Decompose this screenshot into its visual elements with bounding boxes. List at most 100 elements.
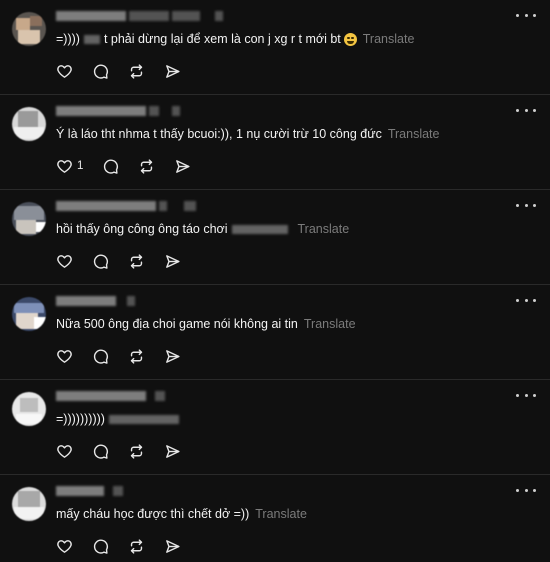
translate-link[interactable]: Translate	[388, 126, 440, 142]
comment-bubble-icon	[93, 64, 108, 79]
author-meta[interactable]	[56, 390, 165, 402]
comment-item: =)))) t phải dừng lại để xem là con j xg…	[0, 0, 550, 95]
send-icon	[166, 539, 180, 553]
more-options-button[interactable]	[516, 200, 536, 210]
more-options-button[interactable]	[516, 485, 536, 495]
send-icon	[176, 159, 190, 173]
translate-link[interactable]: Translate	[298, 221, 350, 237]
author-meta[interactable]	[56, 105, 180, 117]
comment-bubble-icon	[93, 349, 108, 364]
repost-icon	[130, 443, 143, 459]
comment-bubble-icon	[93, 539, 108, 554]
redacted-text	[108, 414, 179, 424]
heart-icon	[57, 444, 72, 458]
translate-link[interactable]: Translate	[304, 316, 356, 332]
repost-button[interactable]	[128, 347, 145, 365]
crying-laughing-emoji-icon	[343, 32, 357, 46]
more-options-button[interactable]	[516, 10, 536, 20]
more-dots-icon	[516, 108, 519, 112]
like-button[interactable]	[56, 442, 73, 460]
like-button[interactable]	[56, 347, 73, 365]
share-button[interactable]	[164, 252, 181, 270]
more-dots-icon	[516, 13, 519, 17]
more-dots-icon	[516, 203, 519, 207]
author-meta[interactable]	[56, 200, 196, 212]
repost-button[interactable]	[128, 537, 145, 555]
repost-icon	[141, 158, 153, 174]
more-dots-icon	[516, 488, 519, 492]
avatar[interactable]	[12, 107, 46, 141]
share-button[interactable]	[164, 62, 181, 80]
comment-text: =)))) t phải dừng lại để xem là con j xg…	[56, 31, 415, 47]
more-options-button[interactable]	[516, 105, 536, 115]
share-button[interactable]	[164, 442, 181, 460]
author-meta[interactable]	[56, 295, 135, 307]
comment-item: =))))))))))	[0, 380, 550, 475]
avatar[interactable]	[12, 202, 46, 236]
comment-bubble-icon	[93, 254, 108, 269]
reply-button[interactable]	[92, 347, 109, 365]
send-icon	[166, 444, 180, 458]
comment-actions: 1	[56, 157, 210, 175]
comment-item: hồi thấy ông công ông táo chơi Translate	[0, 190, 550, 285]
heart-icon	[57, 64, 72, 78]
comment-item: mấy cháu học được thì chết dở =)) Transl…	[0, 475, 550, 562]
like-button[interactable]: 1	[56, 157, 83, 175]
reply-button[interactable]	[92, 62, 109, 80]
comment-actions	[56, 62, 200, 80]
avatar[interactable]	[12, 487, 46, 521]
like-button[interactable]	[56, 537, 73, 555]
heart-icon	[57, 539, 72, 553]
repost-button[interactable]	[128, 252, 145, 270]
comment-actions	[56, 442, 200, 460]
redacted-text	[231, 224, 288, 234]
share-button[interactable]	[164, 537, 181, 555]
translate-link[interactable]: Translate	[255, 506, 307, 522]
comment-feed: =)))) t phải dừng lại để xem là con j xg…	[0, 0, 550, 562]
like-count: 1	[77, 160, 84, 172]
comment-bubble-icon	[104, 159, 119, 174]
translate-link[interactable]: Translate	[363, 31, 415, 47]
share-button[interactable]	[164, 347, 181, 365]
share-button[interactable]	[174, 157, 191, 175]
comment-item: Nữa 500 ông địa choi game nói không ai t…	[0, 285, 550, 380]
repost-button[interactable]	[138, 157, 155, 175]
comment-item: Ý là láo tht nhma t thấy bcuoi:)), 1 nụ …	[0, 95, 550, 190]
avatar[interactable]	[12, 392, 46, 426]
comment-actions	[56, 537, 200, 555]
reply-button[interactable]	[92, 442, 109, 460]
repost-button[interactable]	[128, 62, 145, 80]
avatar[interactable]	[12, 297, 46, 331]
comment-actions	[56, 347, 200, 365]
heart-icon	[57, 349, 72, 363]
comment-bubble-icon	[93, 444, 108, 459]
author-meta[interactable]	[56, 485, 123, 497]
comment-text: Ý là láo tht nhma t thấy bcuoi:)), 1 nụ …	[56, 126, 440, 142]
reply-button[interactable]	[92, 252, 109, 270]
author-meta[interactable]	[56, 10, 223, 22]
comment-text: Nữa 500 ông địa choi game nói không ai t…	[56, 316, 356, 332]
like-button[interactable]	[56, 252, 73, 270]
repost-icon	[130, 538, 143, 554]
repost-button[interactable]	[128, 442, 145, 460]
repost-icon	[130, 348, 143, 364]
repost-icon	[130, 253, 143, 269]
repost-icon	[130, 63, 143, 79]
reply-button[interactable]	[102, 157, 119, 175]
heart-icon	[57, 159, 72, 173]
send-icon	[166, 64, 180, 78]
send-icon	[166, 349, 180, 363]
more-options-button[interactable]	[516, 295, 536, 305]
more-dots-icon	[516, 298, 519, 302]
more-options-button[interactable]	[516, 390, 536, 400]
comment-actions	[56, 252, 200, 270]
redacted-text	[83, 34, 100, 44]
avatar[interactable]	[12, 12, 46, 46]
comment-text: =))))))))))	[56, 411, 183, 427]
heart-icon	[57, 254, 72, 268]
like-button[interactable]	[56, 62, 73, 80]
more-dots-icon	[516, 393, 519, 397]
comment-text: mấy cháu học được thì chết dở =)) Transl…	[56, 506, 307, 522]
send-icon	[166, 254, 180, 268]
reply-button[interactable]	[92, 537, 109, 555]
